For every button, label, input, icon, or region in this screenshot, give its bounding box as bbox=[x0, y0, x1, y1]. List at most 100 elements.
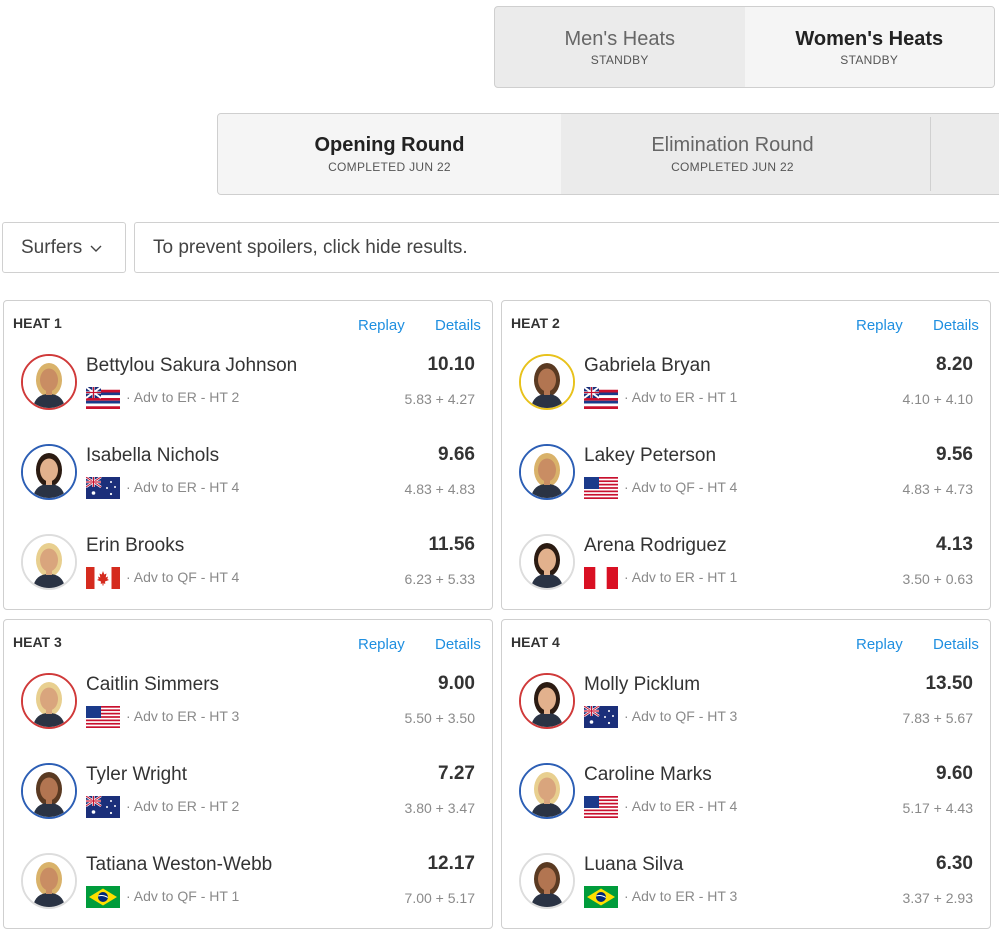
surfer-name: Caitlin Simmers bbox=[86, 674, 220, 695]
advance-status: · Adv to ER - HT 4 bbox=[624, 798, 738, 814]
heat-total: 9.60 bbox=[936, 763, 973, 784]
wave-scores: 3.37 + 2.93 bbox=[902, 890, 973, 906]
avatar bbox=[21, 354, 77, 410]
surfer-row[interactable]: Tyler Wright · Adv to ER - HT 2 7.27 3.80 +… bbox=[4, 763, 492, 823]
hawaii-flag-icon bbox=[583, 386, 618, 409]
usa-flag-icon bbox=[584, 796, 618, 818]
avatar bbox=[21, 853, 77, 909]
wave-scores: 5.83 + 4.27 bbox=[404, 391, 475, 407]
tab-mens-heats[interactable]: Men's Heats STANDBY bbox=[495, 7, 745, 87]
tab-status: STANDBY bbox=[840, 52, 899, 67]
usa-flag-icon bbox=[584, 477, 618, 499]
brazil-flag-icon bbox=[584, 886, 618, 908]
surfer-row[interactable]: Gabriela Bryan · Adv to ER - HT 1 8.20 4.10… bbox=[502, 354, 990, 414]
surfer-name: Lakey Peterson bbox=[584, 445, 717, 466]
australia-flag-icon bbox=[85, 476, 120, 499]
details-link[interactable]: Details bbox=[435, 317, 481, 334]
tab-status: COMPLETED JUN 22 bbox=[328, 160, 451, 174]
tab-status: COMPLETED JUN 22 bbox=[671, 160, 794, 174]
heat-title: HEAT 2 bbox=[511, 315, 560, 331]
heat-total: 9.00 bbox=[438, 673, 475, 694]
heat-total: 13.50 bbox=[925, 673, 973, 694]
peru-flag-icon bbox=[584, 567, 618, 589]
hawaii-flag-icon bbox=[85, 386, 120, 409]
heat-card: HEAT 1 Replay Details Bettylou Sakura Johns… bbox=[3, 300, 493, 610]
surfer-row[interactable]: Caroline Marks · Adv to ER - HT 4 9.60 5.17… bbox=[502, 763, 990, 823]
surfer-row[interactable]: Isabella Nichols · Adv to ER - HT 4 9.66 4.… bbox=[4, 444, 492, 504]
surfer-name: Isabella Nichols bbox=[86, 445, 220, 466]
avatar bbox=[519, 534, 575, 590]
surfer-row[interactable]: Molly Picklum · Adv to QF - HT 3 13.50 7.83… bbox=[502, 673, 990, 733]
advance-status: · Adv to ER - HT 3 bbox=[126, 708, 240, 724]
surfer-name: Arena Rodriguez bbox=[584, 535, 727, 556]
wave-scores: 4.10 + 4.10 bbox=[902, 391, 973, 407]
heat-total: 6.30 bbox=[936, 853, 973, 874]
heat-total: 7.27 bbox=[438, 763, 475, 784]
surfers-dropdown[interactable]: Surfers bbox=[2, 222, 126, 273]
tab-womens-heats[interactable]: Women's Heats STANDBY bbox=[744, 7, 994, 87]
details-link[interactable]: Details bbox=[435, 636, 481, 653]
surfer-name: Molly Picklum bbox=[584, 674, 701, 695]
heat-total: 8.20 bbox=[936, 354, 973, 375]
details-link[interactable]: Details bbox=[933, 317, 979, 334]
advance-status: · Adv to ER - HT 2 bbox=[126, 798, 240, 814]
wave-scores: 6.23 + 5.33 bbox=[404, 571, 475, 587]
tab-opening-round[interactable]: Opening Round COMPLETED JUN 22 bbox=[218, 114, 561, 194]
usa-flag-icon bbox=[86, 706, 120, 728]
avatar bbox=[519, 354, 575, 410]
replay-link[interactable]: Replay bbox=[856, 317, 903, 334]
replay-link[interactable]: Replay bbox=[358, 317, 405, 334]
australia-flag-icon bbox=[85, 795, 120, 818]
wave-scores: 5.50 + 3.50 bbox=[404, 710, 475, 726]
heat-total: 9.56 bbox=[936, 444, 973, 465]
avatar bbox=[519, 853, 575, 909]
advance-status: · Adv to QF - HT 4 bbox=[624, 479, 738, 495]
heat-total: 9.66 bbox=[438, 444, 475, 465]
heat-card: HEAT 3 Replay Details Caitlin Simmers · Adv … bbox=[3, 619, 493, 929]
heat-total: 4.13 bbox=[936, 534, 973, 555]
replay-link[interactable]: Replay bbox=[358, 636, 405, 653]
heat-total: 12.17 bbox=[427, 853, 475, 874]
chevron-down-icon bbox=[90, 240, 102, 256]
heat-title: HEAT 3 bbox=[13, 634, 62, 650]
tab-label: Elimination Round bbox=[651, 134, 814, 156]
avatar bbox=[21, 444, 77, 500]
wave-scores: 5.17 + 4.43 bbox=[902, 800, 973, 816]
details-link[interactable]: Details bbox=[933, 636, 979, 653]
surfer-row[interactable]: Erin Brooks · Adv to QF - HT 4 11.56 6.23 +… bbox=[4, 534, 492, 594]
surfer-row[interactable]: Bettylou Sakura Johnson · Adv to ER - HT … bbox=[4, 354, 492, 414]
advance-status: · Adv to QF - HT 4 bbox=[126, 569, 240, 585]
avatar bbox=[21, 763, 77, 819]
heat-card: HEAT 2 Replay Details Gabriela Bryan · Adv t… bbox=[501, 300, 991, 610]
surfer-name: Tyler Wright bbox=[86, 764, 188, 785]
tab-elimination-round[interactable]: Elimination Round COMPLETED JUN 22 bbox=[561, 114, 904, 194]
surfer-row[interactable]: Caitlin Simmers · Adv to ER - HT 3 9.00 5.5… bbox=[4, 673, 492, 733]
advance-status: · Adv to ER - HT 2 bbox=[126, 389, 240, 405]
surfer-name: Gabriela Bryan bbox=[584, 355, 711, 376]
surfer-name: Caroline Marks bbox=[584, 764, 712, 785]
wave-scores: 3.50 + 0.63 bbox=[902, 571, 973, 587]
advance-status: · Adv to ER - HT 3 bbox=[624, 888, 738, 904]
avatar bbox=[21, 534, 77, 590]
wave-scores: 4.83 + 4.83 bbox=[404, 481, 475, 497]
australia-flag-icon bbox=[583, 705, 618, 728]
replay-link[interactable]: Replay bbox=[856, 636, 903, 653]
surfer-row[interactable]: Tatiana Weston-Webb · Adv to QF - HT 1 12.… bbox=[4, 853, 492, 913]
surfer-row[interactable]: Arena Rodriguez · Adv to ER - HT 1 4.13 3.5… bbox=[502, 534, 990, 594]
spoiler-notice[interactable]: To prevent spoilers, click hide results. bbox=[134, 222, 999, 273]
wave-scores: 7.83 + 5.67 bbox=[902, 710, 973, 726]
tab-label: Opening Round bbox=[314, 134, 465, 156]
surfer-row[interactable]: Luana Silva · Adv to ER - HT 3 6.30 3.37 + … bbox=[502, 853, 990, 913]
wave-scores: 7.00 + 5.17 bbox=[404, 890, 475, 906]
surfer-row[interactable]: Lakey Peterson · Adv to QF - HT 4 9.56 4.83… bbox=[502, 444, 990, 504]
advance-status: · Adv to ER - HT 4 bbox=[126, 479, 240, 495]
surfers-dropdown-label: Surfers bbox=[21, 236, 83, 258]
heat-title: HEAT 1 bbox=[13, 315, 62, 331]
round-tabs: Opening Round COMPLETED JUN 22 Eliminati… bbox=[217, 113, 999, 195]
tab-divider bbox=[930, 117, 931, 191]
avatar bbox=[519, 763, 575, 819]
heat-card: HEAT 4 Replay Details Molly Picklum · Adv to… bbox=[501, 619, 991, 929]
heat-title: HEAT 4 bbox=[511, 634, 560, 650]
heat-total: 10.10 bbox=[427, 354, 475, 375]
surfer-name: Luana Silva bbox=[584, 854, 684, 875]
